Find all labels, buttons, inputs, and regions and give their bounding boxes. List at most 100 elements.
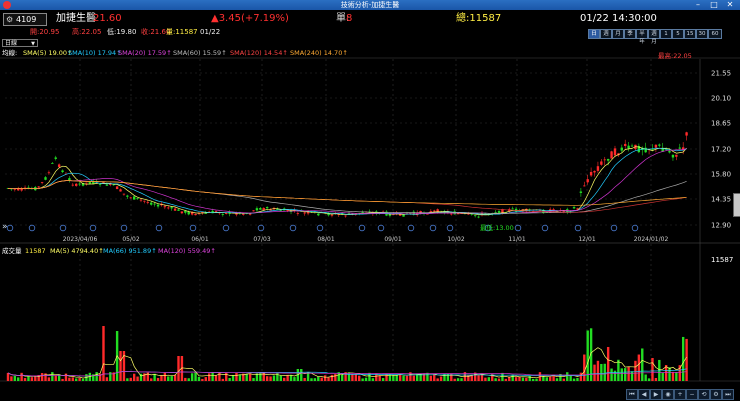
volume-bar [218, 372, 221, 381]
volume-bar [668, 367, 671, 381]
event-marker-icon [574, 224, 582, 232]
volume-bar [685, 338, 688, 381]
event-marker-icon [28, 224, 36, 232]
volume-bar [531, 378, 535, 381]
event-marker-icon [59, 224, 67, 232]
date-tick-label: 10/02 [447, 236, 464, 243]
candle-body [170, 207, 173, 209]
scroll-left-end-icon[interactable]: ⏮ [626, 389, 638, 400]
volume-bar [555, 378, 559, 381]
volume-bar [514, 377, 518, 381]
candle-body [126, 195, 129, 197]
candle-body [675, 154, 678, 157]
candle-body [235, 213, 238, 215]
ma-line [7, 148, 687, 215]
candle-body [426, 213, 429, 215]
volume-bar [269, 376, 272, 381]
volume-bar [81, 378, 85, 381]
volume-bar [245, 373, 248, 381]
volume-bar [617, 359, 620, 381]
scroll-left-icon[interactable]: ◀ [638, 389, 650, 400]
event-marker-icon [610, 224, 618, 232]
volume-bar [487, 377, 491, 381]
volume-bar [405, 375, 409, 381]
volume-bar [105, 377, 109, 381]
volume-ma120: MA(120) 559.49↑ [158, 247, 216, 255]
event-marker-icon [120, 224, 128, 232]
volume-bar [392, 375, 395, 381]
candle-body [40, 182, 44, 183]
zoom-in-icon[interactable]: + [674, 389, 686, 400]
date-tick-label: 09/01 [384, 236, 401, 243]
candle-body [129, 197, 132, 199]
volume-bar [221, 378, 225, 381]
price-tick-label: 17.20 [711, 146, 731, 154]
candle-body [572, 207, 576, 209]
candle-body [156, 204, 160, 207]
event-marker-icon [257, 224, 265, 232]
candle-body [194, 213, 197, 216]
volume-bar [27, 376, 30, 381]
price-volume-chart[interactable]: 21.55 20.10 18.65 17.20 15.80 14.35 12.90 2023… [0, 0, 740, 401]
volume-bar [54, 375, 57, 381]
volume-bar [576, 377, 579, 381]
candle-body [68, 178, 71, 181]
volume-bar [265, 376, 269, 381]
volume-bar [279, 375, 282, 381]
volume-bar [647, 378, 651, 381]
settings-icon[interactable]: ⚙ [710, 389, 722, 400]
candle-body [589, 172, 593, 176]
volume-bar [412, 375, 415, 381]
date-tick-label: 12/01 [578, 236, 595, 243]
candle-body [255, 208, 259, 211]
volume-bar [579, 372, 583, 381]
volume-bar [119, 351, 122, 381]
volume-bar [51, 372, 54, 381]
reset-icon[interactable]: ⟲ [698, 389, 710, 400]
candle-body [54, 157, 57, 159]
candle-body [330, 214, 334, 216]
date-tick-label: 05/02 [122, 236, 139, 243]
volume-bar [17, 377, 20, 381]
volume-bar [10, 376, 13, 381]
volume-bar [47, 377, 51, 381]
candle-body [600, 161, 603, 165]
volume-bar [381, 378, 385, 381]
volume-title: 成交量 [2, 247, 22, 255]
volume-bar [358, 375, 361, 381]
volume-bar [562, 378, 566, 381]
candle-body [187, 211, 190, 215]
candle-body [593, 170, 596, 173]
candle-body [150, 202, 153, 205]
volume-bar [501, 372, 504, 381]
volume-bar [467, 374, 470, 381]
volume-bar [606, 346, 610, 381]
candle-body [497, 211, 501, 213]
candle-body [85, 182, 88, 184]
scroll-right-icon[interactable]: ▶ [650, 389, 662, 400]
view-icon[interactable]: ◉ [662, 389, 674, 400]
candle-body [456, 213, 460, 215]
volume-bar [504, 378, 508, 381]
volume-bar [477, 375, 480, 381]
candle-body [47, 172, 51, 174]
candle-body [630, 145, 634, 147]
volume-bar [586, 330, 589, 381]
volume-bar [572, 378, 576, 381]
vertical-scrollbar[interactable] [733, 193, 740, 217]
volume-bar [429, 375, 433, 381]
expand-icon[interactable]: » [2, 223, 8, 232]
candle-body [262, 207, 265, 211]
price-tick-label: 18.65 [711, 120, 731, 128]
volume-bar [126, 378, 129, 381]
volume-bar [627, 366, 630, 381]
volume-bar [313, 378, 317, 381]
volume-bar [395, 374, 398, 381]
candle-body [115, 186, 119, 190]
volume-bar [354, 374, 358, 381]
volume-bar [286, 374, 289, 381]
zoom-out-icon[interactable]: − [686, 389, 698, 400]
event-marker-icon [407, 224, 415, 232]
volume-bar [136, 376, 139, 381]
scroll-right-end-icon[interactable]: ⏭ [722, 389, 734, 400]
